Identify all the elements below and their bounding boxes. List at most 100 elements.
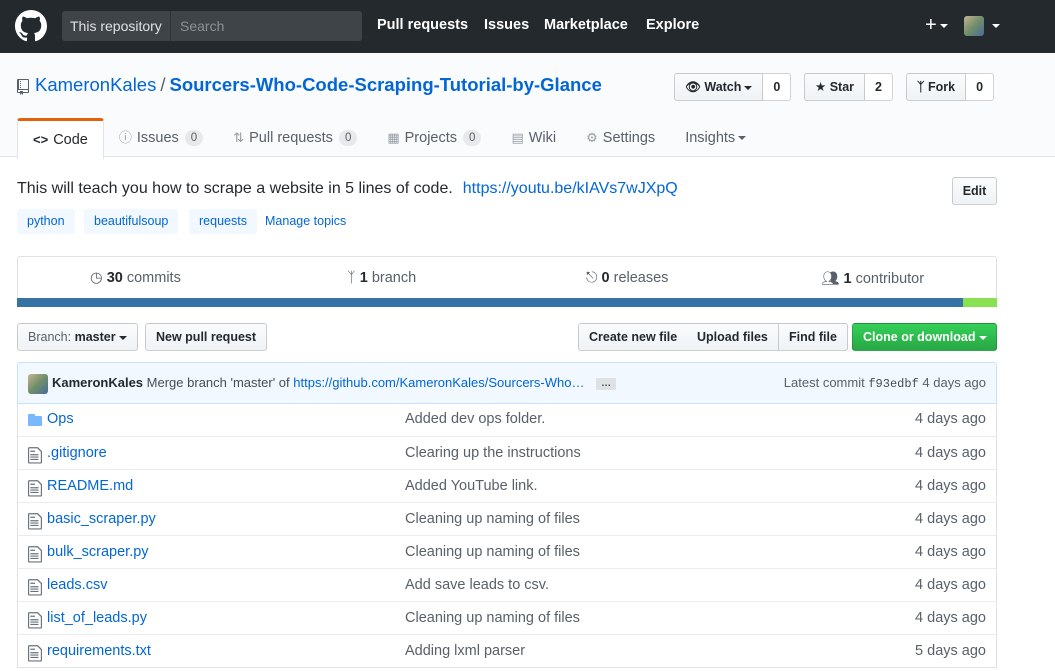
file-commit-message[interactable]: Cleaning up naming of files <box>405 610 580 626</box>
file-commit-message[interactable]: Adding lxml parser <box>405 643 525 659</box>
file-commit-message[interactable]: Add save leads to csv. <box>405 577 549 593</box>
star-button[interactable]: ★ Star <box>804 73 866 101</box>
watch-button[interactable]: 👁︎ Watch <box>674 73 764 101</box>
caret-down-icon <box>939 23 948 28</box>
branches-link[interactable]: ᛉ 1 branch <box>347 270 416 286</box>
star-icon: ★ <box>815 80 827 94</box>
language-python-segment <box>17 298 963 307</box>
create-new-file-button[interactable]: Create new file <box>578 323 689 351</box>
issues-counter: 0 <box>184 130 204 146</box>
pull-requests-counter: 0 <box>338 130 358 146</box>
file-name-link[interactable]: requirements.txt <box>47 643 151 659</box>
tag-icon: ⎋ <box>586 270 598 286</box>
tab-issues[interactable]: ⓘ Issues 0 <box>104 118 218 158</box>
file-commit-message[interactable]: Added YouTube link. <box>405 478 538 494</box>
nav-pull-requests[interactable]: Pull requests <box>377 17 468 33</box>
commit-message-link[interactable]: https://github.com/KameronKales/Sourcers… <box>293 375 584 390</box>
topic-beautifulsoup[interactable]: beautifulsoup <box>84 209 179 234</box>
file-row[interactable]: basic_scraper.py Cleaning up naming of fi… <box>18 502 996 535</box>
releases-link[interactable]: ⎋ 0 releases <box>586 270 668 286</box>
star-group: ★ Star 2 <box>804 73 893 101</box>
file-row[interactable]: README.md Added YouTube link. 4 days ago <box>18 469 996 502</box>
github-logo-icon[interactable] <box>15 10 47 42</box>
search-input[interactable] <box>172 11 361 41</box>
fork-button[interactable]: ᛉ Fork <box>906 73 967 101</box>
nav-marketplace[interactable]: Marketplace <box>544 17 628 33</box>
file-icon <box>28 479 42 497</box>
tab-wiki[interactable]: ▤ Wiki <box>496 118 571 158</box>
file-row[interactable]: .gitignore Clearing up the instructions 4 … <box>18 436 996 469</box>
tab-settings[interactable]: ⚙ Settings <box>571 118 670 158</box>
branch-icon: ᛉ <box>347 270 356 286</box>
file-name-link[interactable]: bulk_scraper.py <box>47 544 149 560</box>
manage-topics-link[interactable]: Manage topics <box>265 214 346 228</box>
tab-projects[interactable]: ▦ Projects 0 <box>372 118 496 158</box>
watch-count[interactable]: 0 <box>763 73 792 101</box>
file-commit-message[interactable]: Clearing up the instructions <box>405 445 581 461</box>
file-row[interactable]: bulk_scraper.py Cleaning up naming of fil… <box>18 535 996 568</box>
repo-tabs: <> Code ⓘ Issues 0 ⇅ Pull requests 0 ▦ Project… <box>17 118 761 159</box>
file-age: 4 days ago <box>915 544 986 560</box>
repo-owner-link[interactable]: KameronKales <box>35 74 156 95</box>
file-name-link[interactable]: Ops <box>47 411 74 427</box>
edit-description-button[interactable]: Edit <box>952 177 997 205</box>
create-new-menu[interactable]: + <box>925 15 948 35</box>
file-age: 5 days ago <box>915 643 986 659</box>
file-commit-message[interactable]: Cleaning up naming of files <box>405 511 580 527</box>
file-name-link[interactable]: README.md <box>47 478 133 494</box>
file-row[interactable]: leads.csv Add save leads to csv. 4 days ag… <box>18 568 996 601</box>
commit-author-avatar[interactable] <box>28 374 48 394</box>
find-file-button[interactable]: Find file <box>779 323 848 351</box>
watch-group: 👁︎ Watch 0 <box>674 73 792 101</box>
file-name-link[interactable]: .gitignore <box>47 445 107 461</box>
projects-counter: 0 <box>463 130 482 146</box>
top-header: This repository Pull requests Issues Mar… <box>0 0 1055 53</box>
clone-download-button[interactable]: Clone or download <box>852 323 997 351</box>
commit-sha-link[interactable]: f93edbf <box>868 377 918 391</box>
file-age: 4 days ago <box>915 411 986 427</box>
new-pull-request-button[interactable]: New pull request <box>145 323 268 351</box>
file-name-link[interactable]: basic_scraper.py <box>47 511 156 527</box>
expand-commit-button[interactable]: … <box>596 377 617 390</box>
commits-link[interactable]: ◷ 30 commits <box>90 270 181 286</box>
description-link[interactable]: https://youtu.be/kIAVs7wJXpQ <box>463 180 678 197</box>
caret-down-icon[interactable] <box>992 24 1000 28</box>
book-icon: ▤ <box>511 130 524 145</box>
file-age: 4 days ago <box>915 478 986 494</box>
tab-pull-requests[interactable]: ⇅ Pull requests 0 <box>218 118 372 158</box>
project-icon: ▦ <box>387 130 400 145</box>
topic-requests[interactable]: requests <box>189 209 257 234</box>
contributors-link[interactable]: 👥︎ 1 contributor <box>821 270 924 287</box>
branch-select[interactable]: Branch: master <box>17 323 138 351</box>
file-icon <box>28 446 42 464</box>
commit-summary: KameronKales Merge branch 'master' of ht… <box>52 375 617 390</box>
caret-down-icon <box>118 335 127 340</box>
user-avatar[interactable] <box>964 16 984 36</box>
repo-description: This will teach you how to scrape a webs… <box>17 180 678 198</box>
file-name-link[interactable]: leads.csv <box>47 577 107 593</box>
commit-message: Merge branch 'master' of <box>146 375 290 390</box>
file-commit-message[interactable]: Added dev ops folder. <box>405 411 545 427</box>
caret-down-icon <box>744 85 753 90</box>
star-count[interactable]: 2 <box>865 73 893 101</box>
fork-icon: ᛉ <box>917 80 925 94</box>
tab-insights[interactable]: Insights <box>670 118 761 158</box>
file-row[interactable]: list_of_leads.py Cleaning up naming of fi… <box>18 601 996 634</box>
file-icon <box>28 611 42 629</box>
commit-author[interactable]: KameronKales <box>52 375 143 390</box>
tab-code[interactable]: <> Code <box>17 118 104 159</box>
upload-files-button[interactable]: Upload files <box>687 323 779 351</box>
file-icon <box>28 578 42 596</box>
file-commit-message[interactable]: Cleaning up naming of files <box>405 544 580 560</box>
nav-issues[interactable]: Issues <box>484 17 529 33</box>
fork-count[interactable]: 0 <box>966 73 995 101</box>
topic-python[interactable]: python <box>17 209 75 234</box>
repo-name-link[interactable]: Sourcers-Who-Code-Scraping-Tutorial-by-G… <box>169 74 601 95</box>
repo-title: KameronKales / Sourcers-Who-Code-Scraping-… <box>35 74 602 96</box>
file-name-link[interactable]: list_of_leads.py <box>47 610 147 626</box>
file-row[interactable]: requirements.txt Adding lxml parser 5 days… <box>18 634 996 667</box>
nav-explore[interactable]: Explore <box>646 17 699 33</box>
caret-down-icon <box>978 335 987 340</box>
language-bar[interactable] <box>17 298 997 307</box>
file-row[interactable]: Ops Added dev ops folder. 4 days ago <box>18 403 996 436</box>
